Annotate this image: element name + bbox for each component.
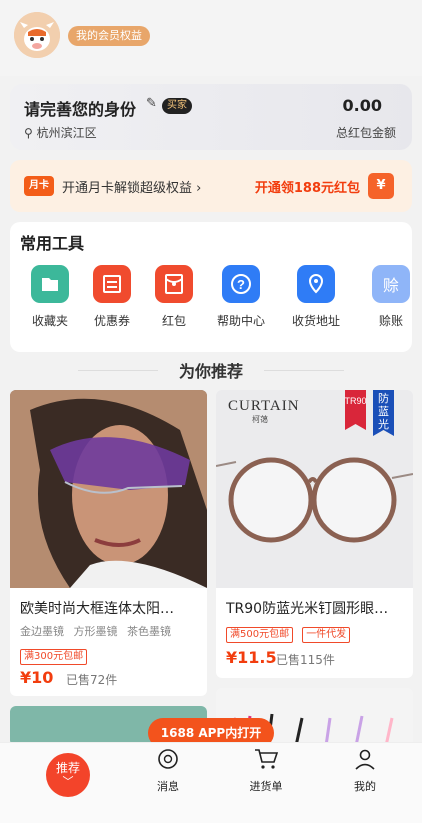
- red-packet-amount-label: 总红包金额: [335, 126, 396, 140]
- help-icon: ?: [222, 265, 260, 303]
- tab-messages[interactable]: 消息: [128, 747, 208, 794]
- common-tools-heading: 常用工具: [20, 234, 85, 253]
- product-tag: 金边墨镜: [20, 625, 64, 638]
- tool-label: 帮助中心: [216, 314, 265, 328]
- svg-text:光: 光: [378, 417, 389, 431]
- product-name[interactable]: 欧美时尚大框连体太阳…: [20, 598, 200, 618]
- bottom-tab-bar: 推荐 ﹀ 消息 进货单 我的: [0, 742, 422, 823]
- credit-icon: 赊: [372, 265, 410, 303]
- location-row: ⚲ 杭州滨江区: [24, 124, 97, 141]
- identity-card[interactable]: 请完善您的身份 ✎ 买家 ⚲ 杭州滨江区 0.00 总红包金额: [10, 84, 412, 150]
- cart-icon: [255, 749, 279, 769]
- product-tags: 金边墨镜 方形墨镜 茶色墨镜: [20, 623, 177, 639]
- tab-mine[interactable]: 我的: [325, 747, 405, 794]
- month-card-cta[interactable]: 开通领188元红包: [255, 177, 360, 196]
- product-sold: 已售115件: [276, 653, 335, 667]
- product-card[interactable]: 欧美时尚大框连体太阳… 金边墨镜 方形墨镜 茶色墨镜 满300元包邮 ¥10 已…: [10, 390, 207, 696]
- product-card[interactable]: CURTAIN 柯蔼 TR90 防 蓝 光 TR90防蓝光米钉圆形眼… 满500…: [216, 390, 413, 678]
- vip-benefits-tag[interactable]: 我的会员权益: [68, 26, 150, 46]
- promo-tag: 满500元包邮: [226, 627, 294, 643]
- top-header: 我的会员权益: [0, 0, 422, 76]
- product-price: ¥11.5: [226, 648, 277, 667]
- message-icon: [158, 749, 178, 769]
- tool-red-packet[interactable]: 红包: [141, 265, 207, 329]
- divider-right: [264, 370, 344, 371]
- buyer-badge: 买家: [162, 98, 192, 114]
- tool-label: 赊账: [378, 314, 403, 328]
- svg-text:TR90: TR90: [344, 396, 366, 406]
- chevron-down-icon: ﹀: [62, 775, 74, 788]
- month-card-text: 开通月卡解锁超级权益 ›: [62, 181, 202, 196]
- location-icon: [297, 265, 335, 303]
- tool-label: 红包: [161, 314, 186, 328]
- product-image[interactable]: CURTAIN 柯蔼 TR90 防 蓝 光: [216, 390, 413, 588]
- location-text: 杭州滨江区: [36, 126, 97, 140]
- product-sold: 已售72件: [66, 673, 118, 687]
- brand-logo: CURTAIN: [228, 398, 300, 414]
- tab-cart[interactable]: 进货单: [226, 747, 306, 794]
- recommend-title: 为你推荐: [178, 362, 243, 381]
- tab-home-label: 推荐: [55, 761, 80, 775]
- product-name[interactable]: TR90防蓝光米钉圆形眼…: [226, 598, 406, 618]
- product-image[interactable]: [10, 390, 207, 588]
- tool-coupons[interactable]: 优惠券: [79, 265, 145, 329]
- identity-title: 请完善您的身份: [24, 100, 137, 119]
- svg-text:?: ?: [237, 277, 245, 292]
- svg-text:防: 防: [378, 391, 389, 405]
- month-card-banner[interactable]: 月卡 开通月卡解锁超级权益 › 开通领188元红包 ¥: [10, 160, 412, 212]
- coupon-icon: [93, 265, 131, 303]
- red-packet-icon: [155, 265, 193, 303]
- pencil-icon[interactable]: ✎: [146, 96, 157, 111]
- product-tag: 方形墨镜: [73, 625, 118, 638]
- tool-label: 优惠券: [93, 314, 130, 328]
- avatar[interactable]: [14, 12, 60, 58]
- promo-tag: 一件代发: [302, 627, 351, 643]
- tool-favorites[interactable]: 收藏夹: [17, 265, 83, 329]
- product-promos: 满300元包邮: [20, 644, 91, 665]
- tab-label: 我的: [354, 780, 376, 793]
- svg-text:柯蔼: 柯蔼: [252, 414, 268, 424]
- common-tools-panel: 常用工具 收藏夹 优惠券 红包 ? 帮助中心 收货地址 赊 赊账: [10, 222, 412, 352]
- tab-label: 消息: [157, 780, 179, 793]
- svg-text:赊: 赊: [383, 276, 399, 295]
- month-card-badge: 月卡: [24, 176, 54, 196]
- product-promos: 满500元包邮 一件代发: [226, 622, 354, 643]
- tool-credit[interactable]: 赊 赊账: [358, 265, 412, 329]
- gift-icon: ¥: [368, 173, 394, 199]
- svg-text:蓝: 蓝: [378, 405, 389, 418]
- user-icon: [355, 749, 375, 770]
- tool-help-center[interactable]: ? 帮助中心: [208, 265, 274, 329]
- location-pin-icon: ⚲: [24, 126, 33, 140]
- tab-label: 进货单: [249, 780, 283, 793]
- tool-label: 收货地址: [291, 314, 340, 328]
- tool-label: 收藏夹: [31, 314, 68, 328]
- product-price: ¥10: [20, 668, 54, 687]
- folder-icon: [31, 265, 69, 303]
- product-tag: 茶色墨镜: [127, 625, 171, 638]
- promo-tag: 满300元包邮: [20, 649, 88, 665]
- red-packet-amount: 0.00: [342, 96, 382, 115]
- tab-home[interactable]: 推荐 ﹀: [46, 753, 90, 797]
- tool-shipping-address[interactable]: 收货地址: [283, 265, 349, 329]
